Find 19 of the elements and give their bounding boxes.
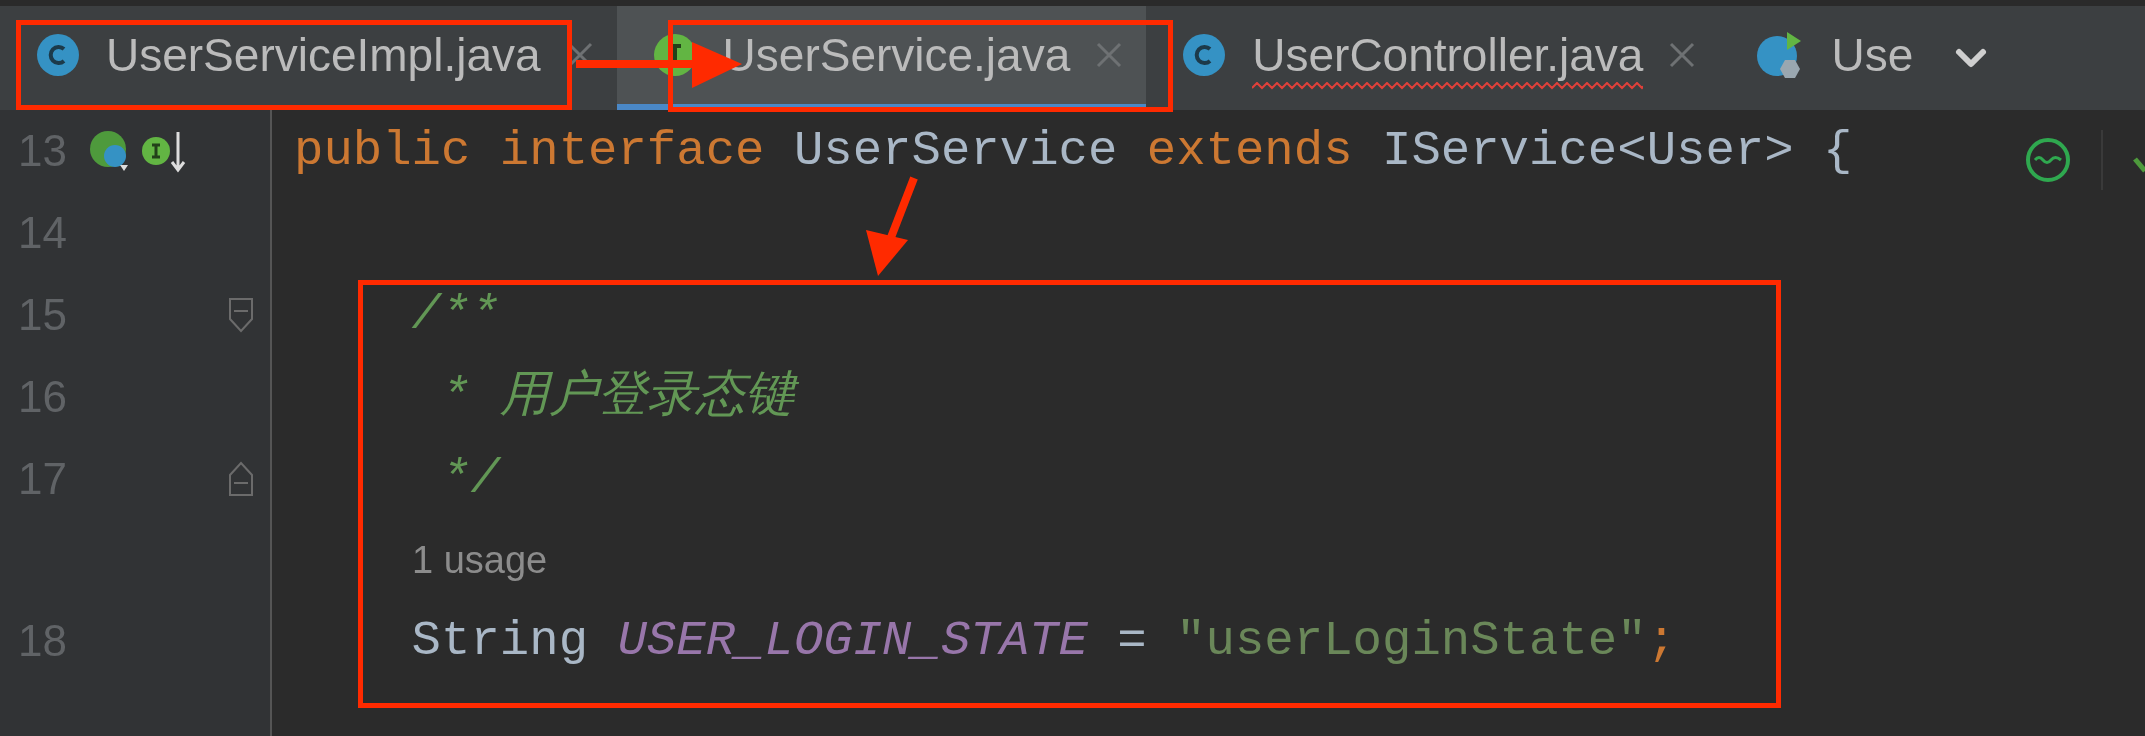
fold-end-icon[interactable] [228,461,254,497]
code-line: String USER_LOGIN_STATE = "userLoginState"; [410,612,1678,671]
fold-start-icon[interactable] [228,297,254,333]
code-line: * 用户登录态键 [294,365,806,429]
class-icon [36,33,80,77]
inspection-ok-icon[interactable] [2025,137,2071,183]
close-icon[interactable] [1669,42,1696,68]
editor-tab[interactable]: Use [1719,6,1938,110]
code-line: */ [440,450,503,509]
editor-tab[interactable]: UserServiceImpl.java [0,6,617,110]
class-icon [1182,33,1227,77]
usage-hint[interactable]: 1 usage [412,531,548,589]
tab-label: UserController.java [1252,28,1644,82]
editor-tab[interactable]: UserController.java [1146,6,1720,110]
code-line: /** [410,286,501,345]
code-line: public interface UserService extends IService<User> { [294,122,1854,181]
tab-label: Use [1831,28,1914,82]
tab-label: UserService.java [722,28,1071,82]
tab-label: UserServiceImpl.java [106,28,541,82]
